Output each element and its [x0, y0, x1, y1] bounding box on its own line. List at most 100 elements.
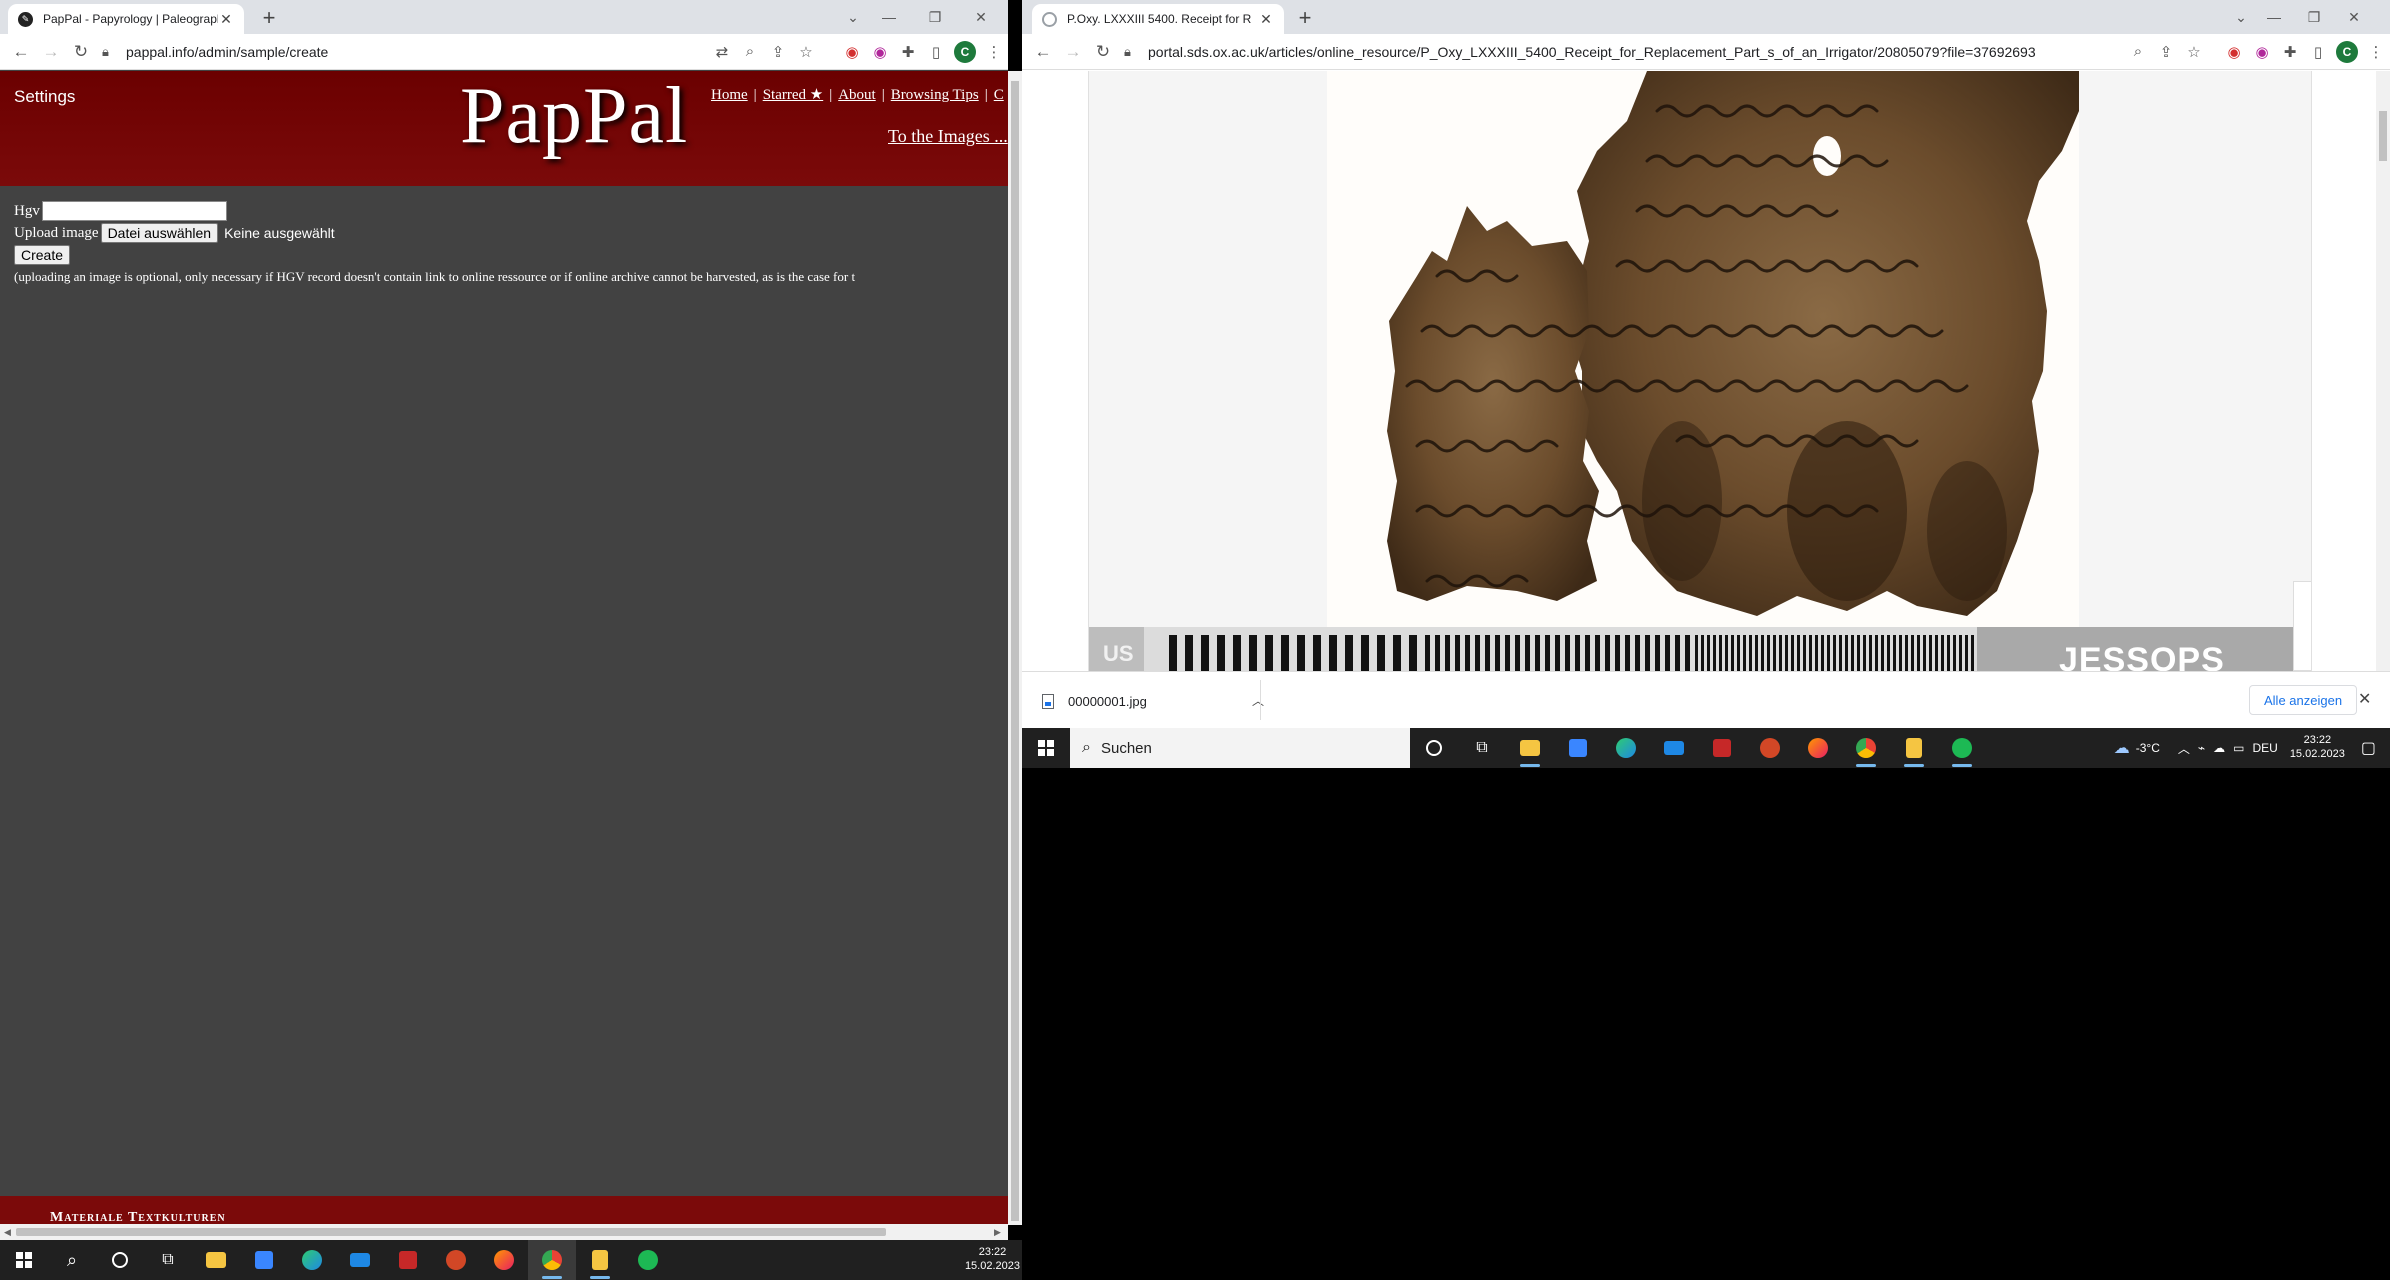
horizontal-scrollbar[interactable]: ◀ ▶ [0, 1224, 1008, 1240]
minimize-icon[interactable]: — [2254, 0, 2294, 34]
reload-icon[interactable]: ↻ [1088, 37, 1118, 67]
papyrus-image[interactable] [1327, 71, 2079, 627]
nav-browsing-tips[interactable]: Browsing Tips [891, 87, 979, 103]
hgv-input[interactable] [41, 201, 227, 221]
new-tab-plus-icon[interactable]: + [1292, 6, 1318, 32]
menu-kebab-icon[interactable]: ⋮ [2362, 38, 2390, 66]
file-explorer-icon[interactable] [192, 1240, 240, 1280]
scroll-left-arrow-icon[interactable]: ◀ [4, 1227, 11, 1238]
extensions-puzzle-icon[interactable]: ✚ [2276, 38, 2304, 66]
extensions-puzzle-icon[interactable]: ✚ [894, 38, 922, 66]
acrobat-icon[interactable] [384, 1240, 432, 1280]
mail-icon[interactable] [1650, 728, 1698, 768]
back-arrow-icon[interactable]: ← [1028, 37, 1058, 67]
cortana-circle-icon[interactable] [1410, 728, 1458, 768]
file-app-icon[interactable] [1890, 728, 1938, 768]
extension-red-icon[interactable]: ◉ [838, 38, 866, 66]
close-download-bar-icon[interactable]: ✕ [2358, 689, 2371, 709]
vertical-scroll-thumb[interactable] [2379, 111, 2387, 161]
download-item[interactable]: 00000001.jpg ︿ [1042, 686, 1264, 716]
address-bar[interactable]: 🔒︎ portal.sds.ox.ac.uk/articles/online_r… [1118, 38, 2124, 66]
new-tab-plus-icon[interactable]: + [256, 6, 282, 32]
zoom-icon[interactable]: ⌕ [736, 38, 764, 66]
to-the-images-link[interactable]: To the Images ... [888, 126, 1008, 147]
acrobat-icon[interactable] [1698, 728, 1746, 768]
side-panel-icon[interactable]: ▯ [2304, 38, 2332, 66]
start-button[interactable] [1022, 728, 1070, 768]
store-icon[interactable] [240, 1240, 288, 1280]
profile-avatar[interactable]: C [954, 40, 976, 63]
taskbar-search-box[interactable]: ⌕ Suchen [1070, 728, 1410, 768]
menu-kebab-icon[interactable]: ⋮ [980, 38, 1008, 66]
weather-temp[interactable]: -3°C [2136, 741, 2160, 755]
taskbar-clock[interactable]: 23:22 15.02.2023 [965, 1246, 1020, 1274]
chevron-up-icon[interactable]: ︿ [1252, 692, 1264, 709]
zoom-icon[interactable]: ⌕ [2124, 38, 2152, 66]
nav-home[interactable]: Home [711, 87, 748, 103]
share-icon[interactable]: ⇪ [2152, 38, 2180, 66]
back-arrow-icon[interactable]: ← [6, 37, 36, 67]
minimize-icon[interactable]: — [866, 0, 912, 34]
bookmark-star-icon[interactable]: ☆ [2180, 38, 2208, 66]
left-vertical-scrollbar[interactable] [1008, 71, 1022, 1225]
network-icon[interactable]: ⌁ [2198, 741, 2205, 755]
right-vertical-scrollbar[interactable] [2376, 71, 2390, 671]
spotify-icon[interactable] [1938, 728, 1986, 768]
spotify-icon[interactable] [624, 1240, 672, 1280]
extension-purple-icon[interactable]: ◉ [866, 38, 894, 66]
taskbar-clock[interactable]: 23:22 15.02.2023 [2290, 734, 2345, 762]
weather-cloud-icon[interactable]: ☁ [2114, 738, 2130, 758]
vertical-scroll-thumb[interactable] [1011, 81, 1019, 1221]
firefox-icon[interactable] [1794, 728, 1842, 768]
keyboard-language[interactable]: DEU [2252, 741, 2277, 755]
task-view-icon[interactable]: ⧉ [1458, 728, 1506, 768]
profile-avatar[interactable]: C [2336, 40, 2358, 63]
edge-icon[interactable] [1602, 728, 1650, 768]
tray-chevron-up-icon[interactable]: ︿ [2178, 740, 2190, 757]
chrome-icon[interactable] [528, 1240, 576, 1280]
nav-starred[interactable]: Starred ★ [763, 87, 824, 103]
tab-pappal[interactable]: ✎ PapPal - Papyrology | Paleograph ✕ [8, 4, 244, 34]
choose-file-button[interactable]: Datei auswählen [100, 223, 219, 243]
edge-icon[interactable] [288, 1240, 336, 1280]
mail-icon[interactable] [336, 1240, 384, 1280]
settings-link[interactable]: Settings [14, 87, 75, 107]
horizontal-scroll-thumb[interactable] [16, 1228, 886, 1236]
address-bar[interactable]: 🔒︎ pappal.info/admin/sample/create [96, 38, 708, 66]
store-icon[interactable] [1554, 728, 1602, 768]
powerpoint-icon[interactable] [432, 1240, 480, 1280]
cortana-circle-icon[interactable] [96, 1240, 144, 1280]
onedrive-icon[interactable]: ☁ [2213, 741, 2225, 755]
side-panel-icon[interactable]: ▯ [922, 38, 950, 66]
create-button[interactable]: Create [14, 245, 71, 265]
translate-icon[interactable]: ⇄ [708, 38, 736, 66]
battery-icon[interactable]: ▭ [2233, 741, 2244, 755]
show-all-downloads-button[interactable]: Alle anzeigen [2249, 685, 2358, 715]
file-explorer-icon[interactable] [1506, 728, 1554, 768]
extension-red-icon[interactable]: ◉ [2220, 38, 2248, 66]
nav-more[interactable]: C [994, 87, 1004, 103]
restore-icon[interactable]: ❐ [2294, 0, 2334, 34]
forward-arrow-icon[interactable]: → [1058, 37, 1088, 67]
tab-search-chevron-icon[interactable]: ⌄ [2228, 0, 2254, 34]
share-icon[interactable]: ⇪ [764, 38, 792, 66]
bookmark-star-icon[interactable]: ☆ [792, 38, 820, 66]
task-view-icon[interactable]: ⧉ [144, 1240, 192, 1280]
reload-icon[interactable]: ↻ [66, 37, 96, 67]
tab-close-icon[interactable]: ✕ [1258, 11, 1274, 28]
notification-icon[interactable]: ▢ [2361, 738, 2376, 758]
pappal-logo[interactable]: PapPal [460, 71, 688, 162]
tab-poxy[interactable]: P.Oxy. LXXXIII 5400. Receipt for R ✕ [1032, 4, 1284, 34]
file-app-icon[interactable] [576, 1240, 624, 1280]
start-button[interactable] [0, 1240, 48, 1280]
forward-arrow-icon[interactable]: → [36, 37, 66, 67]
firefox-icon[interactable] [480, 1240, 528, 1280]
close-window-icon[interactable]: ✕ [958, 0, 1004, 34]
scroll-to-top-button[interactable] [2293, 581, 2311, 671]
close-window-icon[interactable]: ✕ [2334, 0, 2374, 34]
tab-search-chevron-icon[interactable]: ⌄ [840, 0, 866, 34]
powerpoint-icon[interactable] [1746, 728, 1794, 768]
restore-icon[interactable]: ❐ [912, 0, 958, 34]
chrome-icon[interactable] [1842, 728, 1890, 768]
search-icon[interactable]: ⌕ [48, 1240, 96, 1280]
